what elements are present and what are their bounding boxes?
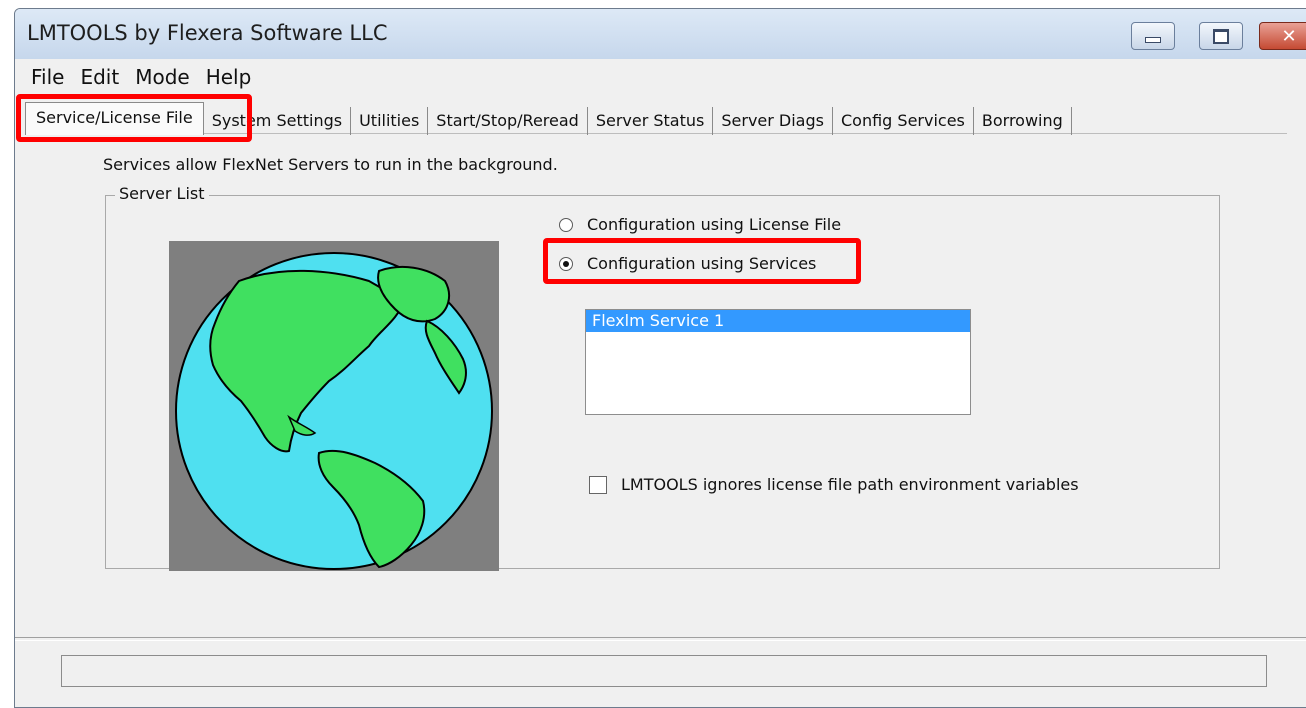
minimize-button[interactable] <box>1131 22 1175 50</box>
menu-help[interactable]: Help <box>198 61 260 93</box>
radio-license-file-label: Configuration using License File <box>587 215 842 234</box>
menu-mode[interactable]: Mode <box>127 61 198 93</box>
window-title: LMTOOLS by Flexera Software LLC <box>27 21 388 45</box>
close-button[interactable]: ✕ <box>1259 22 1306 50</box>
tab-start-stop-reread[interactable]: Start/Stop/Reread <box>428 107 588 135</box>
radio-services-circle[interactable] <box>559 256 573 271</box>
maximize-icon <box>1213 28 1229 44</box>
title-bar[interactable]: LMTOOLS by Flexera Software LLC ✕ <box>15 9 1306 59</box>
tab-server-diags[interactable]: Server Diags <box>713 107 833 135</box>
ignore-env-vars-label: LMTOOLS ignores license file path enviro… <box>621 475 1079 494</box>
radio-selected-icon <box>563 260 569 267</box>
tab-utilities[interactable]: Utilities <box>351 107 429 135</box>
status-bar <box>61 655 1267 687</box>
tab-service-license-file[interactable]: Service/License File <box>25 102 204 135</box>
status-separator <box>15 637 1306 641</box>
radio-license-file[interactable]: Configuration using License File <box>559 215 841 234</box>
panel-description: Services allow FlexNet Servers to run in… <box>103 155 558 174</box>
radio-license-file-circle[interactable] <box>559 217 573 232</box>
server-list-label: Server List <box>115 184 209 203</box>
tab-borrowing[interactable]: Borrowing <box>974 107 1072 135</box>
radio-services[interactable]: Configuration using Services <box>559 254 816 273</box>
maximize-button[interactable] <box>1199 22 1243 50</box>
menu-file[interactable]: File <box>15 61 72 93</box>
tab-config-services[interactable]: Config Services <box>833 107 974 135</box>
ignore-env-vars-checkbox[interactable] <box>589 475 607 494</box>
list-item[interactable]: Flexlm Service 1 <box>586 310 970 332</box>
lmtools-window: LMTOOLS by Flexera Software LLC ✕ File E… <box>14 8 1306 708</box>
tab-strip: Service/License File System Settings Uti… <box>25 101 1072 135</box>
close-icon: ✕ <box>1281 25 1297 47</box>
globe-image <box>169 241 499 571</box>
tab-system-settings[interactable]: System Settings <box>204 107 352 135</box>
services-listbox[interactable]: Flexlm Service 1 <box>585 309 971 415</box>
menu-bar: File Edit Mode Help <box>15 61 1306 93</box>
globe-icon <box>175 252 493 570</box>
ignore-env-vars-checkbox-row[interactable]: LMTOOLS ignores license file path enviro… <box>589 475 1079 494</box>
minimize-icon <box>1145 37 1161 43</box>
tab-server-status[interactable]: Server Status <box>588 107 714 135</box>
radio-services-label: Configuration using Services <box>587 254 817 273</box>
menu-edit[interactable]: Edit <box>72 61 127 93</box>
